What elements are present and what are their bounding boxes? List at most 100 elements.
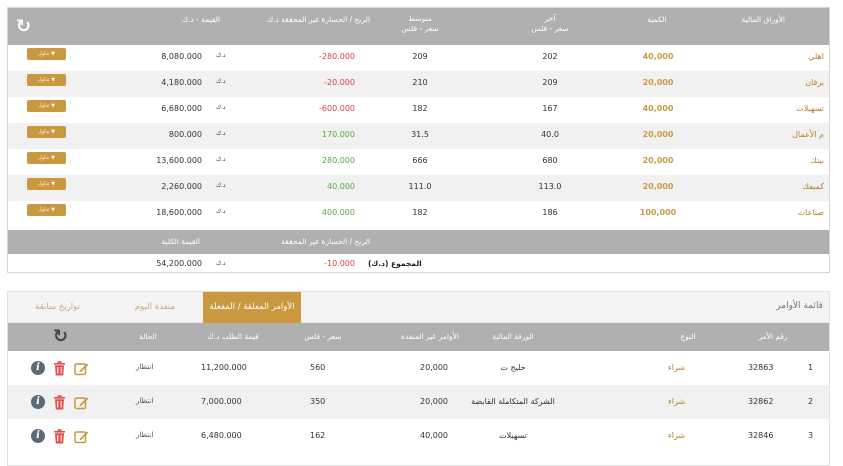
- row-index: 1: [808, 363, 814, 372]
- tab-pending-orders[interactable]: الأوامر المعلقة / المفعلة: [203, 292, 301, 323]
- header-avg-line1: متوسط: [408, 14, 432, 23]
- order-value: 11,200.000: [201, 363, 247, 372]
- order-price: 560: [310, 363, 326, 372]
- avg-price-value: 182: [412, 104, 428, 113]
- header-avg-line2: سعر - فلس: [401, 24, 439, 33]
- edit-icon[interactable]: [74, 395, 89, 410]
- market-value: 18,600.000: [156, 208, 202, 217]
- totals-label: المجموع (د.ك): [368, 259, 422, 268]
- portfolio-row: تسهيلات 40,000 167 182 -600.000 د.ك 6,680.000 ت…: [8, 97, 829, 123]
- header-avg-price: متوسط سعر - فلس: [388, 14, 452, 34]
- chevron-down-icon: ▼: [51, 155, 55, 161]
- header-status: الحالة: [139, 332, 157, 341]
- header-order-no: رقم الأمر: [758, 332, 788, 341]
- unrealized-pl-value: 400.000: [321, 208, 355, 217]
- order-security: الشركة المتكاملة القابضة: [471, 397, 555, 406]
- last-price-value: 680: [542, 156, 558, 165]
- totals-header-row: الربح / الخسارة غير المحققة القيمة الكلي…: [8, 230, 829, 254]
- tab-previous-dates[interactable]: تواريخ سابقة: [8, 292, 107, 323]
- info-icon[interactable]: i: [31, 361, 45, 375]
- order-value: 6,480.000: [201, 431, 242, 440]
- info-icon[interactable]: i: [31, 429, 45, 443]
- order-number: 32846: [748, 431, 774, 440]
- trade-button[interactable]: تداول ▼: [27, 152, 66, 164]
- order-row: 2 32862 شراء الشركة المتكاملة القابضة 20,000…: [8, 385, 829, 419]
- last-price-value: 209: [542, 78, 558, 87]
- trade-button[interactable]: تداول ▼: [27, 74, 66, 86]
- security-name[interactable]: تسهيلات: [796, 104, 824, 113]
- header-value: القيمة - د.ك: [181, 15, 220, 24]
- order-type: شراء: [668, 363, 686, 372]
- quantity-value: 40,000: [642, 52, 674, 61]
- last-price-value: 186: [542, 208, 558, 217]
- unrealized-pl-value: -20.000: [324, 78, 355, 87]
- order-price: 350: [310, 397, 326, 406]
- trash-icon[interactable]: [53, 395, 66, 410]
- security-name[interactable]: كميفك: [802, 182, 824, 191]
- trade-button-label: تداول: [38, 129, 50, 135]
- header-unrealized-pl: الربح / الخسارة غير المحققة د.ك: [266, 15, 370, 24]
- header-unexecuted: الأوامر غير المنفذة: [401, 332, 459, 341]
- trash-icon[interactable]: [53, 429, 66, 444]
- trade-button[interactable]: تداول ▼: [27, 100, 66, 112]
- chevron-down-icon: ▼: [51, 181, 55, 187]
- header-securities: الأوراق المالية: [741, 15, 785, 24]
- avg-price-value: 31.5: [411, 130, 429, 139]
- quantity-value: 20,000: [642, 78, 674, 87]
- order-row: 3 32846 شراء تسهيلات 40,000 162 6,480.000 انتظا…: [8, 419, 829, 453]
- refresh-icon[interactable]: ↻: [16, 18, 31, 36]
- security-name[interactable]: بيتك: [810, 156, 824, 165]
- last-price-value: 202: [542, 52, 558, 61]
- security-name[interactable]: م الأعمال: [792, 130, 824, 139]
- market-value: 2,260.000: [161, 182, 202, 191]
- currency-label: د.ك: [216, 104, 226, 111]
- orders-title: قائمة الأوامر: [776, 301, 823, 311]
- unrealized-pl-value: -600.000: [319, 104, 355, 113]
- order-value: 7,000.000: [201, 397, 242, 406]
- security-name[interactable]: برقان: [805, 78, 824, 87]
- header-quantity: الكمية: [647, 15, 667, 24]
- trade-button[interactable]: تداول ▼: [27, 178, 66, 190]
- totals-row: المجموع (د.ك) -10.000 د.ك 54,200.000: [8, 254, 829, 272]
- quantity-value: 20,000: [642, 156, 674, 165]
- quantity-value: 40,000: [642, 104, 674, 113]
- market-value: 6,680.000: [161, 104, 202, 113]
- info-icon[interactable]: i: [31, 395, 45, 409]
- orders-panel: قائمة الأوامر الأوامر المعلقة / المفعلة …: [7, 291, 830, 466]
- chevron-down-icon: ▼: [51, 207, 55, 213]
- currency-label: د.ك: [216, 156, 226, 163]
- order-type: شراء: [668, 431, 686, 440]
- header-last-price: آخر سعر - فلس: [518, 14, 582, 34]
- security-name[interactable]: صناعات: [798, 208, 824, 217]
- portfolio-row: كميفك 20,000 113.0 111.0 40.000 د.ك 2,260.000 ت…: [8, 175, 829, 201]
- order-price: 162: [310, 431, 326, 440]
- unexecuted-quantity: 20,000: [420, 363, 448, 372]
- chevron-down-icon: ▼: [51, 51, 55, 57]
- order-status: انتظار: [136, 363, 154, 371]
- trade-button[interactable]: تداول ▼: [27, 204, 66, 216]
- currency-label: د.ك: [216, 78, 226, 85]
- market-value: 13,600.000: [156, 156, 202, 165]
- portfolio-row: بيتك 20,000 680 666 280.000 د.ك 13,600.000 تداو…: [8, 149, 829, 175]
- last-price-value: 167: [542, 104, 558, 113]
- orders-header-row: رقم الأمر النوع الورقة المالية الأوامر غ…: [8, 323, 829, 351]
- unrealized-pl-value: 280.000: [321, 156, 355, 165]
- order-security: تسهيلات: [499, 431, 527, 440]
- order-security: خليج ت: [500, 363, 526, 372]
- edit-icon[interactable]: [74, 361, 89, 376]
- chevron-down-icon: ▼: [51, 103, 55, 109]
- orders-refresh-icon[interactable]: ↻: [53, 328, 68, 346]
- trade-button-label: تداول: [38, 77, 50, 83]
- trade-button-label: تداول: [38, 155, 50, 161]
- trade-button[interactable]: تداول ▼: [27, 126, 66, 138]
- order-status: انتظار: [136, 397, 154, 405]
- edit-icon[interactable]: [74, 429, 89, 444]
- unrealized-pl-value: 170.000: [321, 130, 355, 139]
- security-name[interactable]: اهلي: [808, 52, 824, 61]
- tab-executed-today[interactable]: منفذة اليوم: [108, 292, 202, 323]
- currency-label: د.ك: [216, 208, 226, 215]
- avg-price-value: 111.0: [408, 182, 432, 191]
- trade-button[interactable]: تداول ▼: [27, 48, 66, 60]
- row-index: 2: [808, 397, 814, 406]
- trash-icon[interactable]: [53, 361, 66, 376]
